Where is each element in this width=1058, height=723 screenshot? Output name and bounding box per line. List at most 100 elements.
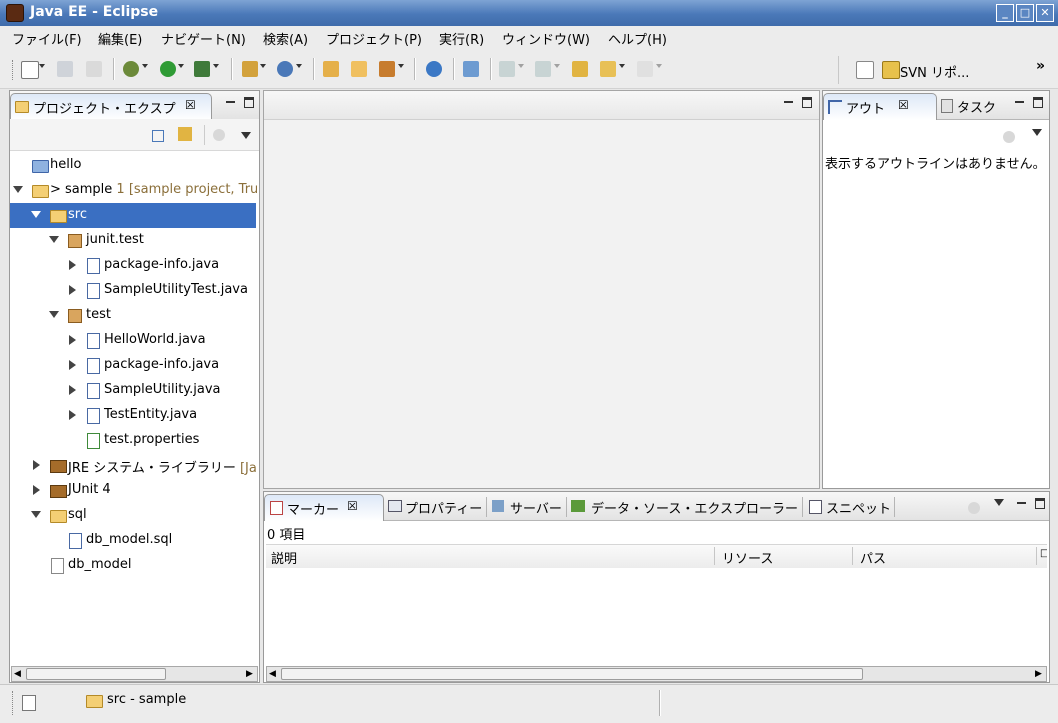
markers-horizontal-scrollbar[interactable]: ◀ ▶	[266, 666, 1047, 682]
expand-toggle-icon[interactable]	[33, 485, 40, 495]
tree-item-sample-utility-test[interactable]: SampleUtilityTest.java	[10, 278, 256, 303]
tree-horizontal-scrollbar[interactable]: ◀ ▶	[11, 666, 258, 682]
column-description[interactable]: 説明	[271, 548, 297, 567]
tree-item-db-model[interactable]: db_model	[10, 553, 256, 578]
menu-file[interactable]: ファイル(F)	[12, 29, 82, 48]
minimize-icon[interactable]	[1017, 502, 1026, 504]
close-icon[interactable]: ☒	[347, 499, 358, 513]
tree-item-sample-utility[interactable]: SampleUtility.java	[10, 378, 256, 403]
scroll-left-icon[interactable]: ◀	[14, 669, 21, 679]
forward-dropdown-icon[interactable]	[656, 64, 662, 68]
column-divider[interactable]	[714, 547, 715, 565]
sync-icon[interactable]	[968, 502, 980, 514]
tree-item-package-info-2[interactable]: package-info.java	[10, 353, 256, 378]
collapse-toggle-icon[interactable]	[49, 236, 59, 243]
collapse-all-icon[interactable]	[152, 130, 164, 142]
close-icon[interactable]: ☒	[185, 98, 196, 112]
new-server-dropdown-icon[interactable]	[260, 64, 266, 68]
sync-icon[interactable]	[213, 129, 225, 141]
open-perspective-icon[interactable]	[856, 61, 874, 79]
back-dropdown-icon[interactable]	[619, 64, 625, 68]
column-resource[interactable]: リソース	[722, 548, 773, 567]
expand-toggle-icon[interactable]	[33, 460, 40, 470]
tree-item-test[interactable]: test	[10, 303, 256, 328]
column-path[interactable]: パス	[860, 548, 886, 567]
next-annotation-icon[interactable]	[499, 61, 515, 77]
tree-item-hello[interactable]: hello	[10, 153, 256, 178]
tree-item-db-model-sql[interactable]: db_model.sql	[10, 528, 256, 553]
tree-item-junit-test[interactable]: junit.test	[10, 228, 256, 253]
tree-item-jre[interactable]: JRE システム・ライブラリー [Ja	[10, 453, 257, 478]
maximize-icon[interactable]	[244, 97, 254, 108]
fast-view-icon[interactable]	[22, 695, 36, 711]
menu-window[interactable]: ウィンドウ(W)	[502, 29, 590, 48]
scroll-thumb[interactable]	[281, 668, 863, 680]
scroll-thumb[interactable]	[26, 668, 166, 680]
tab-properties[interactable]: プロパティー	[405, 498, 482, 517]
run-icon[interactable]	[160, 61, 176, 77]
column-location[interactable]: □	[1040, 548, 1047, 559]
open-resource-icon[interactable]	[351, 61, 367, 77]
collapse-toggle-icon[interactable]	[31, 211, 41, 218]
new-dropdown-icon[interactable]	[39, 64, 45, 68]
maximize-window-button[interactable]: □	[1016, 4, 1034, 22]
column-divider[interactable]	[852, 547, 853, 565]
prev-annotation-icon[interactable]	[535, 61, 551, 77]
menu-help[interactable]: ヘルプ(H)	[608, 29, 667, 48]
expand-toggle-icon[interactable]	[69, 285, 76, 295]
tree-item-junit4[interactable]: JUnit 4	[10, 478, 256, 503]
link-editor-icon[interactable]	[178, 127, 192, 141]
minimize-icon[interactable]	[1015, 101, 1024, 103]
tree-item-sql[interactable]: sql	[10, 503, 256, 528]
expand-toggle-icon[interactable]	[69, 410, 76, 420]
open-type-icon[interactable]	[323, 61, 339, 77]
tab-markers[interactable]: マーカー ☒	[264, 494, 384, 521]
run-server-icon[interactable]	[194, 61, 210, 77]
tab-project-explorer[interactable]: プロジェクト・エクスプ ☒	[10, 93, 212, 120]
prev-annotation-dropdown-icon[interactable]	[554, 64, 560, 68]
tab-task[interactable]: タスク	[957, 97, 996, 116]
tab-outline[interactable]: アウト ☒	[823, 93, 937, 120]
tab-datasource-explorer[interactable]: データ・ソース・エクスプローラー	[591, 498, 798, 517]
menu-search[interactable]: 検索(A)	[263, 29, 308, 48]
tree-item-src[interactable]: src	[10, 203, 256, 228]
minimize-icon[interactable]	[226, 101, 235, 103]
sync-icon[interactable]	[1003, 131, 1015, 143]
print-icon[interactable]	[86, 61, 102, 77]
tree-item-test-properties[interactable]: test.properties	[10, 428, 256, 453]
expand-toggle-icon[interactable]	[69, 335, 76, 345]
debug-icon[interactable]	[123, 61, 139, 77]
collapse-toggle-icon[interactable]	[31, 511, 41, 518]
minimize-icon[interactable]	[784, 101, 793, 103]
menu-run[interactable]: 実行(R)	[439, 29, 484, 48]
scroll-right-icon[interactable]: ▶	[246, 669, 253, 679]
expand-toggle-icon[interactable]	[69, 360, 76, 370]
tree-item-package-info-1[interactable]: package-info.java	[10, 253, 256, 278]
maximize-icon[interactable]	[1033, 97, 1043, 108]
search-dropdown-icon[interactable]	[398, 64, 404, 68]
expand-toggle-icon[interactable]	[69, 260, 76, 270]
tab-servers[interactable]: サーバー	[510, 498, 562, 517]
column-divider[interactable]	[1036, 547, 1037, 565]
back-icon[interactable]	[600, 61, 616, 77]
new-webservice-icon[interactable]	[277, 61, 293, 77]
view-menu-icon[interactable]	[994, 499, 1004, 506]
menu-edit[interactable]: 編集(E)	[98, 29, 142, 48]
tree-item-sample[interactable]: > sample 1 [sample project, Trun	[10, 178, 257, 203]
close-window-button[interactable]: ✕	[1036, 4, 1054, 22]
forward-icon[interactable]	[637, 61, 653, 77]
new-icon[interactable]	[21, 61, 39, 79]
tree-item-test-entity[interactable]: TestEntity.java	[10, 403, 256, 428]
perspective-overflow-icon[interactable]: »	[1036, 58, 1045, 74]
collapse-toggle-icon[interactable]	[49, 311, 59, 318]
menu-project[interactable]: プロジェクト(P)	[326, 29, 422, 48]
annotation-icon[interactable]	[463, 61, 479, 77]
close-icon[interactable]: ☒	[898, 98, 909, 112]
view-menu-icon[interactable]	[241, 132, 251, 139]
svn-perspective-button[interactable]: SVN リポ...	[900, 62, 969, 81]
expand-toggle-icon[interactable]	[69, 385, 76, 395]
browser-icon[interactable]	[426, 61, 442, 77]
run-server-dropdown-icon[interactable]	[213, 64, 219, 68]
new-server-icon[interactable]	[242, 61, 258, 77]
view-menu-icon[interactable]	[1032, 129, 1042, 136]
